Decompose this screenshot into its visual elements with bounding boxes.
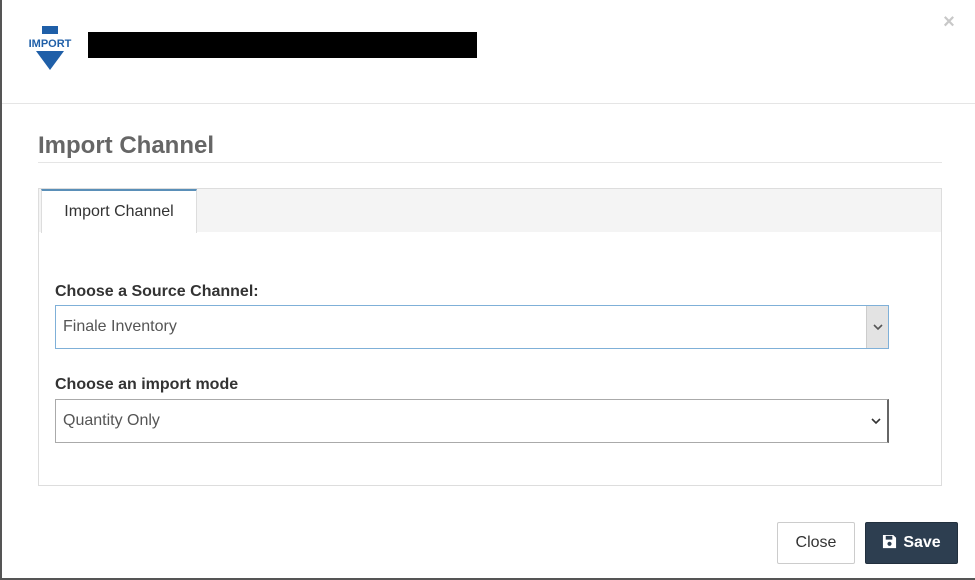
tab-import-channel[interactable]: Import Channel	[41, 189, 197, 233]
import-channel-modal: IMPORT × Import Channel Import Channel C…	[0, 0, 975, 580]
import-logo-icon: IMPORT	[29, 26, 72, 70]
tab-panel: Import Channel Choose a Source Channel: …	[38, 188, 942, 486]
redacted-title-bar	[88, 32, 477, 58]
save-button[interactable]: Save	[865, 522, 958, 564]
source-channel-value: Finale Inventory	[63, 318, 177, 335]
modal-header: IMPORT ×	[2, 0, 975, 104]
chevron-down-icon	[866, 306, 888, 348]
close-button[interactable]: Close	[777, 522, 855, 564]
close-icon[interactable]: ×	[941, 12, 957, 32]
chevron-down-icon	[865, 400, 887, 442]
import-mode-label: Choose an import mode	[55, 376, 239, 393]
svg-text:IMPORT: IMPORT	[29, 38, 72, 50]
tab-bar: Import Channel	[39, 189, 941, 233]
import-mode-select[interactable]: Quantity Only	[55, 399, 889, 443]
save-button-label: Save	[903, 534, 941, 551]
page-title: Import Channel	[38, 132, 215, 159]
source-channel-label: Choose a Source Channel:	[55, 283, 259, 300]
title-divider	[38, 162, 942, 163]
import-mode-value: Quantity Only	[63, 412, 160, 429]
floppy-disk-icon	[883, 534, 897, 549]
source-channel-select[interactable]: Finale Inventory	[55, 305, 889, 349]
